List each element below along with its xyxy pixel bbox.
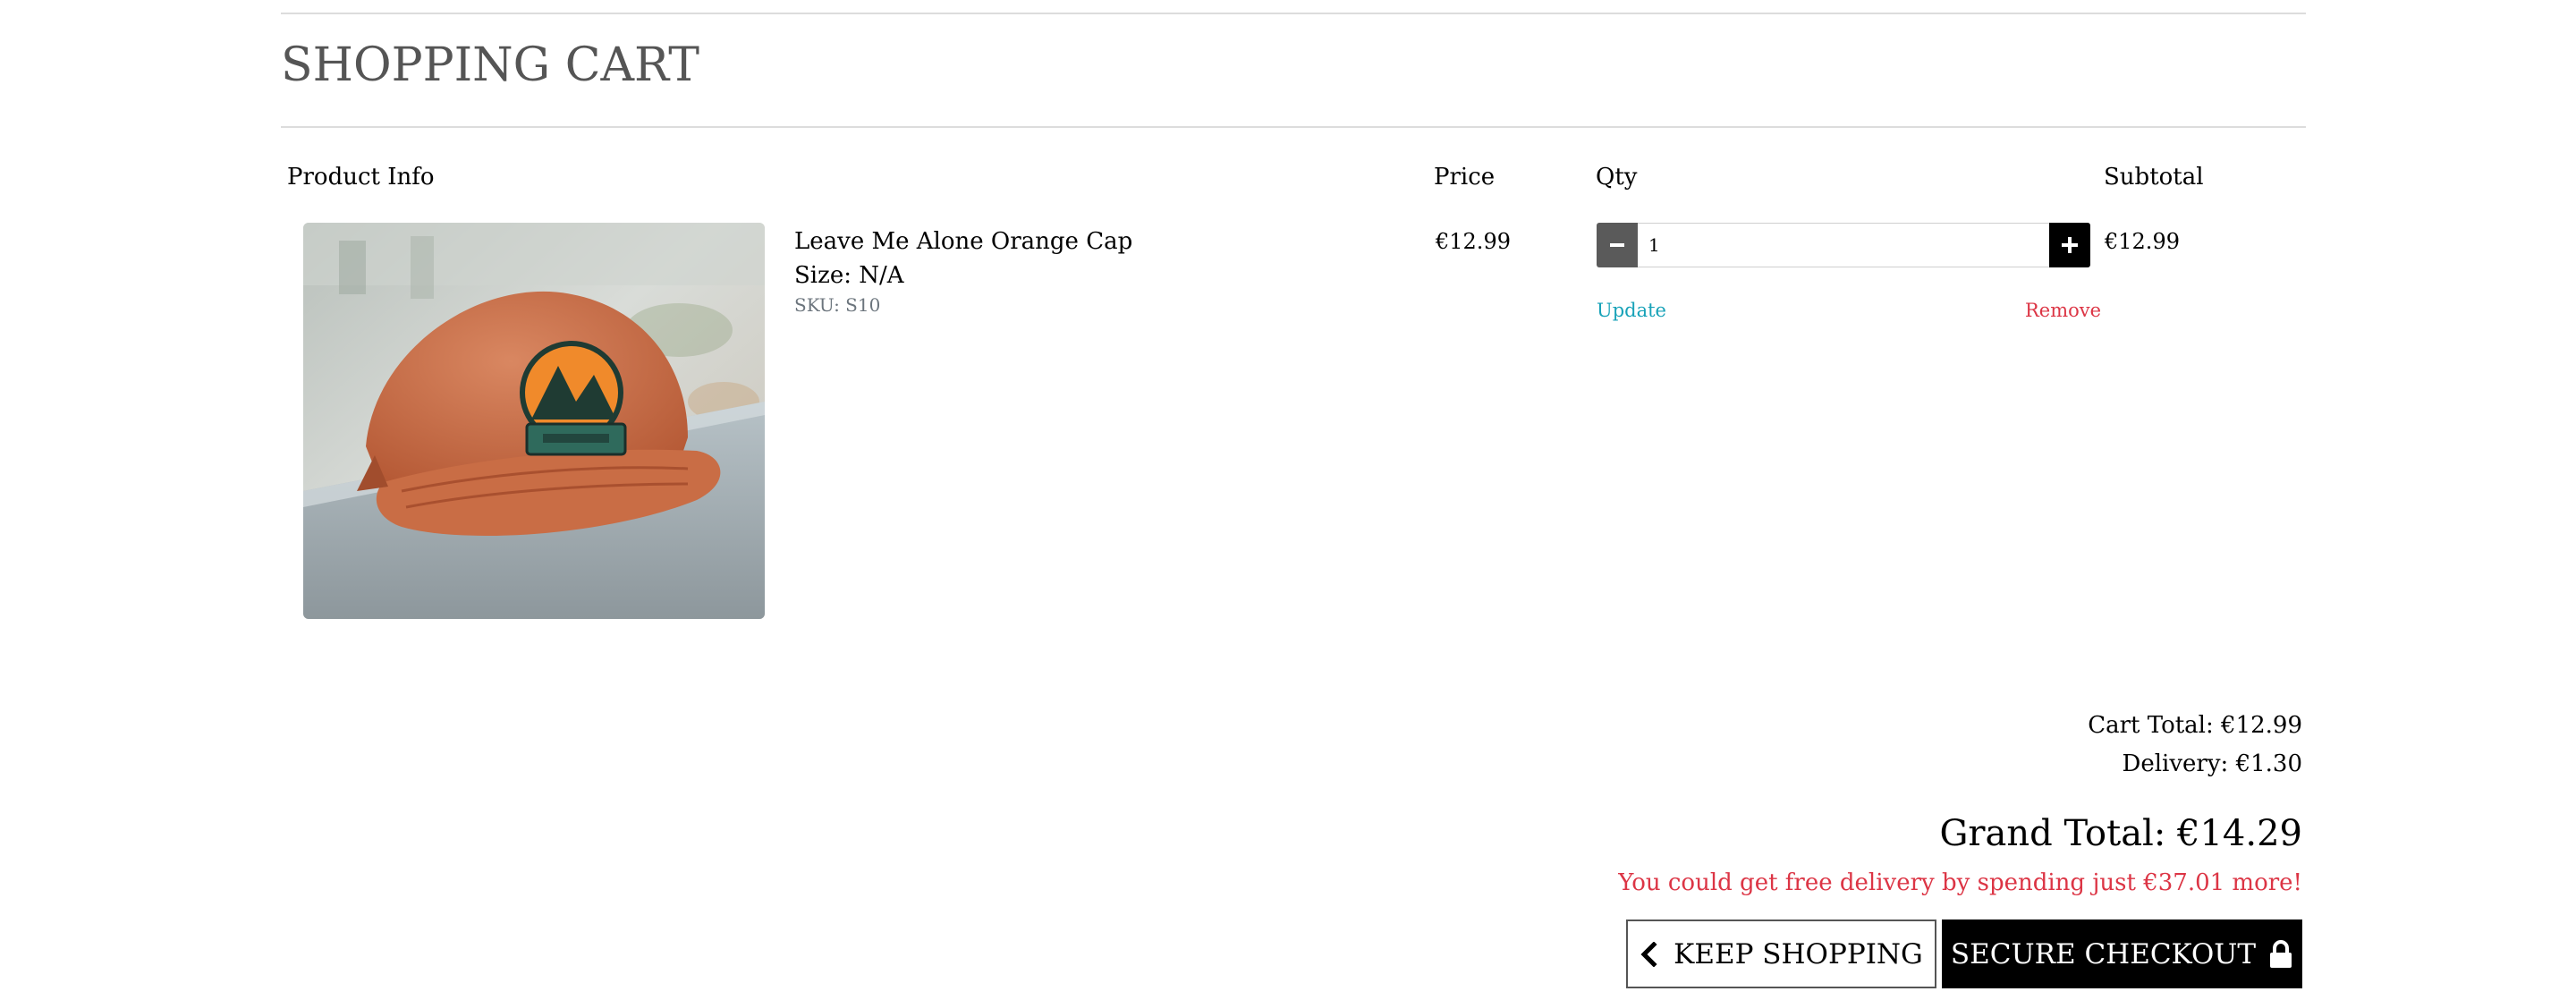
product-image <box>303 223 765 619</box>
title-divider <box>281 126 2306 128</box>
item-price: €12.99 <box>1436 229 1511 254</box>
column-header-subtotal: Subtotal <box>2104 164 2204 191</box>
product-sku: SKU: S10 <box>794 294 881 316</box>
plus-icon <box>2062 237 2078 253</box>
orange-cap-photo-icon <box>303 223 765 619</box>
minus-icon <box>1610 243 1624 247</box>
cart-total: Cart Total: €12.99 <box>2088 712 2302 739</box>
item-subtotal: €12.99 <box>2105 229 2180 254</box>
keep-shopping-label: KEEP SHOPPING <box>1674 937 1923 970</box>
product-size: Size: N/A <box>794 262 904 289</box>
lock-icon <box>2270 939 2292 968</box>
decrement-qty-button[interactable] <box>1597 223 1638 267</box>
secure-checkout-button[interactable]: SECURE CHECKOUT <box>1942 919 2302 988</box>
keep-shopping-button[interactable]: KEEP SHOPPING <box>1626 919 1936 988</box>
top-divider <box>281 13 2306 14</box>
chevron-left-icon <box>1640 941 1657 967</box>
remove-link[interactable]: Remove <box>2025 297 2101 324</box>
free-delivery-notice: You could get free delivery by spending … <box>1618 869 2302 896</box>
page-title: SHOPPING CART <box>281 38 699 92</box>
grand-total: Grand Total: €14.29 <box>1939 813 2302 854</box>
delivery-cost: Delivery: €1.30 <box>2122 750 2302 777</box>
secure-checkout-label: SECURE CHECKOUT <box>1950 937 2257 970</box>
column-header-qty: Qty <box>1596 164 1638 191</box>
quantity-input[interactable] <box>1638 223 2049 267</box>
quantity-stepper <box>1597 223 2090 267</box>
column-header-price: Price <box>1434 164 1496 191</box>
increment-qty-button[interactable] <box>2049 223 2090 267</box>
column-header-product-info: Product Info <box>287 164 435 191</box>
update-link[interactable]: Update <box>1597 297 1666 324</box>
product-name: Leave Me Alone Orange Cap <box>794 228 1133 255</box>
